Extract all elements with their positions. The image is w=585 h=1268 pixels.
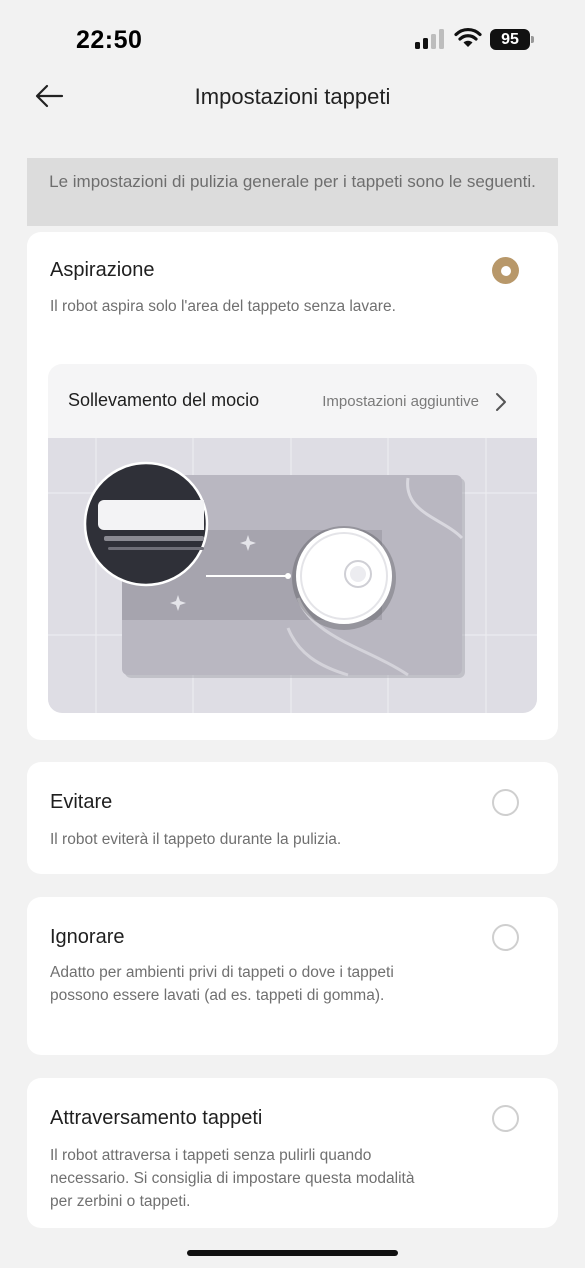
mop-lift-label: Sollevamento del mocio <box>68 390 260 410</box>
option-card-attraversamento[interactable]: Attraversamento tappeti Il robot attrave… <box>27 1078 558 1228</box>
battery-icon: 95 <box>490 29 535 50</box>
screen: 22:50 95 Impostazioni tappeti Le imposta… <box>0 0 585 1268</box>
mop-lift-panel: Sollevamento del mocio Impostazioni aggi… <box>48 364 537 713</box>
battery-level: 95 <box>490 29 530 50</box>
page-title: Impostazioni tappeti <box>194 84 391 109</box>
option-title: Attraversamento tappeti <box>50 1107 263 1129</box>
wifi-icon <box>454 27 482 47</box>
chevron-right-icon <box>496 393 506 411</box>
option-card-ignorare[interactable]: Ignorare Adatto per ambienti privi di ta… <box>27 897 558 1055</box>
radio-button-attraversamento[interactable] <box>492 1105 519 1132</box>
battery-tip <box>531 36 534 43</box>
status-bar: 22:50 95 <box>0 0 585 80</box>
radio-button-ignorare[interactable] <box>492 924 519 951</box>
option-description: Il robot aspira solo l'area del tappeto … <box>50 298 396 315</box>
additional-settings-link[interactable]: Impostazioni aggiuntive <box>322 393 479 410</box>
option-card-evitare[interactable]: Evitare Il robot eviterà il tappeto dura… <box>27 762 558 874</box>
option-description: Il robot eviterà il tappeto durante la p… <box>50 831 342 848</box>
option-card-aspirazione[interactable]: Aspirazione Il robot aspira solo l'area … <box>27 232 558 740</box>
option-title: Ignorare <box>50 926 125 948</box>
home-indicator[interactable] <box>187 1250 398 1256</box>
option-title: Aspirazione <box>50 259 155 281</box>
option-description: Il robot attraversa i tappeti senza puli… <box>50 1147 415 1210</box>
radio-button-evitare[interactable] <box>492 789 519 816</box>
status-time: 22:50 <box>76 26 143 54</box>
option-title: Evitare <box>50 791 113 813</box>
mop-lift-settings-row[interactable]: Sollevamento del mocio Impostazioni aggi… <box>48 364 537 438</box>
radio-dot <box>500 265 511 276</box>
signal-icon <box>415 29 444 49</box>
mop-lift-illustration <box>48 438 537 713</box>
option-description: Adatto per ambienti privi di tappeti o d… <box>50 964 394 1004</box>
radio-button-aspirazione[interactable] <box>492 257 519 284</box>
info-banner: Le impostazioni di pulizia generale per … <box>27 158 558 226</box>
